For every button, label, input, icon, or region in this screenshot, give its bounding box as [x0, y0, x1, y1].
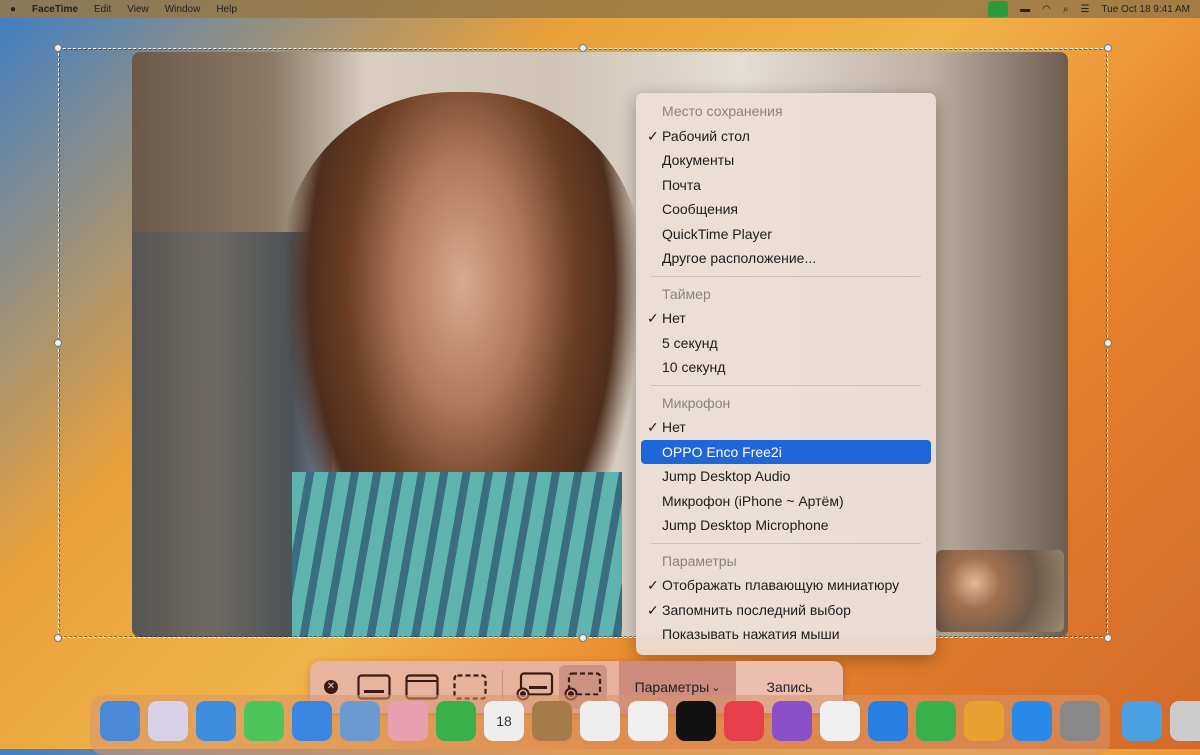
menu-edit[interactable]: Edit — [94, 4, 111, 15]
menu-item-label: Почта — [662, 176, 701, 193]
menu-item-label: OPPO Enco Free2i — [662, 443, 782, 460]
close-icon[interactable]: ✕ — [324, 680, 338, 694]
resize-handle[interactable] — [1104, 339, 1112, 347]
checkmark-icon: ✓ — [647, 127, 659, 144]
menu-item[interactable]: Jump Desktop Audio — [641, 464, 931, 489]
notes-icon[interactable] — [628, 701, 668, 741]
menu-item[interactable]: ✓ Нет — [641, 306, 931, 331]
menu-item[interactable]: Jump Desktop Microphone — [641, 513, 931, 538]
news-icon[interactable] — [820, 701, 860, 741]
menu-item-label: Документы — [662, 152, 735, 168]
menu-item-label: Сообщения — [662, 201, 738, 217]
menu-item[interactable]: 10 секунд — [641, 355, 931, 380]
chevron-down-icon: ⌄ — [711, 681, 721, 694]
tv-icon[interactable] — [676, 701, 716, 741]
checkmark-icon: ✓ — [647, 310, 659, 326]
maps-icon[interactable] — [340, 701, 380, 741]
menu-item-label: Отображать плавающую миниатюру — [662, 577, 900, 593]
resize-handle[interactable] — [1104, 634, 1112, 642]
menu-item[interactable]: Другое расположение... — [641, 246, 931, 271]
menu-app-name[interactable]: FaceTime — [32, 4, 78, 15]
menu-item[interactable]: Почта — [641, 173, 931, 198]
system-settings-icon[interactable] — [1060, 701, 1100, 741]
menu-section-header: Параметры — [662, 552, 737, 569]
menu-item[interactable]: QuickTime Player — [641, 222, 931, 247]
menu-bar: ● FaceTime Edit View Window Help ▬ ◠ ⌕ ☰… — [0, 0, 1200, 18]
control-center-icon[interactable]: ☰ — [1080, 4, 1089, 15]
keynote-icon[interactable] — [868, 701, 908, 741]
apple-icon[interactable]: ● — [10, 4, 16, 15]
clock[interactable]: Tue Oct 18 9:41 AM — [1101, 4, 1190, 15]
checkmark-icon: ✓ — [647, 419, 659, 435]
contacts-icon[interactable] — [532, 701, 572, 741]
menu-window[interactable]: Window — [165, 4, 201, 15]
menu-item[interactable]: ✓ Запомнить последний выбор — [641, 598, 931, 623]
menu-item[interactable]: ✓ Нет — [641, 415, 931, 440]
resize-handle[interactable] — [579, 634, 587, 642]
wifi-icon[interactable]: ◠ — [1042, 4, 1051, 15]
menu-item-label: Другое расположение... — [662, 250, 817, 266]
pages-icon[interactable] — [964, 701, 1004, 741]
mail-icon[interactable] — [292, 701, 332, 741]
menu-item-label: Jump Desktop Microphone — [662, 517, 829, 533]
options-menu: Место сохранения ✓ Рабочий стол Документы По… — [636, 93, 936, 655]
menu-separator — [651, 275, 921, 277]
messages-icon[interactable] — [244, 701, 284, 741]
resize-handle[interactable] — [579, 44, 587, 52]
resize-handle[interactable] — [54, 634, 62, 642]
menu-section-header: Место сохранения — [662, 103, 783, 119]
dock: 18 — [90, 695, 1200, 755]
music-icon[interactable] — [724, 701, 764, 741]
checkmark-icon: ✓ — [647, 577, 659, 593]
menu-item-label: QuickTime Player — [662, 225, 772, 242]
menu-item[interactable]: OPPO Enco Free2i — [641, 439, 931, 464]
menu-item[interactable]: ✓ Отображать плавающую миниатюру — [641, 573, 931, 598]
reminders-icon[interactable] — [580, 701, 620, 741]
checkmark-icon: ✓ — [647, 601, 659, 618]
menu-item-label: Рабочий стол — [662, 127, 750, 144]
menu-item[interactable]: Документы — [641, 148, 931, 173]
menu-item[interactable]: Показывать нажатия мыши — [641, 622, 931, 647]
menu-item-label: Микрофон (iPhone ~ Артём) — [662, 492, 844, 509]
facetime-icon[interactable] — [436, 701, 476, 741]
menu-item-label: Запомнить последний выбор — [662, 601, 851, 618]
resize-handle[interactable] — [54, 339, 62, 347]
resize-handle[interactable] — [54, 44, 62, 52]
battery-icon[interactable]: ▬ — [1020, 4, 1030, 15]
menu-item-label: Jump Desktop Audio — [662, 468, 791, 484]
resize-handle[interactable] — [1104, 44, 1112, 52]
podcasts-icon[interactable] — [772, 701, 812, 741]
menu-item[interactable]: ✓ Рабочий стол — [641, 124, 931, 149]
downloads-folder-icon[interactable] — [1122, 701, 1162, 741]
menu-item[interactable]: 5 секунд — [641, 331, 931, 356]
menu-separator — [651, 384, 921, 386]
search-icon[interactable]: ⌕ — [1063, 4, 1069, 15]
menu-item[interactable]: Микрофон (iPhone ~ Артём) — [641, 489, 931, 514]
menu-item-label: Показывать нажатия мыши — [662, 626, 840, 642]
calendar-icon[interactable]: 18 — [484, 701, 524, 741]
options-label: Параметры — [634, 679, 710, 695]
launchpad-icon[interactable] — [148, 701, 188, 741]
menu-section-header: Таймер — [662, 285, 711, 302]
finder-icon[interactable] — [100, 701, 140, 741]
menu-item-label: 5 секунд — [662, 334, 718, 351]
menu-item-label: 10 секунд — [662, 359, 726, 375]
facetime-indicator-icon[interactable] — [988, 1, 1009, 17]
menu-item-label: Нет — [662, 419, 686, 435]
menu-section-header: Микрофон — [662, 394, 731, 411]
safari-icon[interactable] — [196, 701, 236, 741]
menu-item[interactable]: Сообщения — [641, 197, 931, 222]
numbers-icon[interactable] — [916, 701, 956, 741]
menu-item-label: Нет — [662, 310, 686, 326]
menu-help[interactable]: Help — [216, 4, 237, 15]
recording-selection-area[interactable] — [58, 48, 1108, 638]
menu-view[interactable]: View — [127, 4, 149, 15]
app-store-icon[interactable] — [1012, 701, 1052, 741]
menu-separator — [651, 542, 921, 544]
photos-icon[interactable] — [388, 701, 428, 741]
trash-icon[interactable] — [1170, 701, 1200, 741]
